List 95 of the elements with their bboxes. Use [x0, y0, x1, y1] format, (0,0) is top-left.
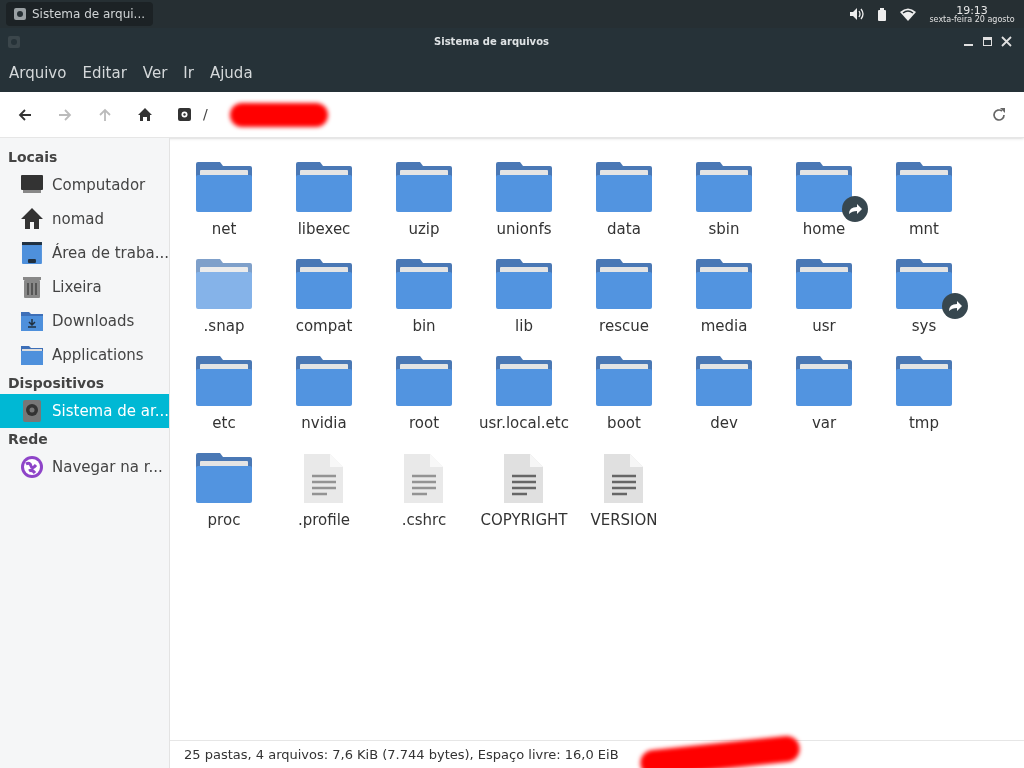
file-name[interactable]: home: [802, 218, 846, 241]
sidebar-item[interactable]: Computador: [0, 168, 169, 202]
sidebar-item[interactable]: Applications: [0, 338, 169, 372]
menu-item[interactable]: Ajuda: [201, 62, 261, 85]
file-name[interactable]: .cshrc: [401, 509, 447, 532]
text-file-icon[interactable]: [404, 453, 444, 503]
file-name[interactable]: var: [811, 412, 837, 435]
file-name[interactable]: uzip: [408, 218, 440, 241]
clock-time: 19:13: [956, 4, 988, 16]
folder-icon[interactable]: [296, 356, 352, 406]
drive-icon: [20, 399, 44, 423]
menu-item[interactable]: Editar: [74, 62, 135, 85]
folder-icon[interactable]: [896, 162, 952, 212]
folder-icon[interactable]: [296, 259, 352, 309]
desktop-icon: [20, 241, 44, 265]
menu-item[interactable]: Ver: [134, 62, 176, 85]
folder-icon[interactable]: [496, 259, 552, 309]
folder-icon[interactable]: [396, 259, 452, 309]
folder-icon[interactable]: [496, 356, 552, 406]
back-icon[interactable]: [18, 107, 32, 122]
sidebar-heading: Rede: [7, 429, 49, 449]
folder-icon[interactable]: [696, 259, 752, 309]
file-name[interactable]: tmp: [909, 412, 939, 435]
file-name[interactable]: rescue: [599, 315, 649, 338]
file-name[interactable]: usr: [812, 315, 836, 338]
folder-icon[interactable]: [796, 259, 852, 309]
folder-icon: [20, 343, 44, 367]
folder-icon[interactable]: [396, 356, 452, 406]
file-name[interactable]: media: [700, 315, 748, 338]
file-name[interactable]: libexec: [297, 218, 351, 241]
file-name[interactable]: nvidia: [301, 412, 347, 435]
folder-icon[interactable]: [696, 356, 752, 406]
sidebar-item[interactable]: Área de traba...: [0, 236, 169, 270]
file-name[interactable]: unionfs: [496, 218, 552, 241]
home-icon[interactable]: [138, 108, 152, 121]
folder-icon[interactable]: [696, 162, 752, 212]
text-file-icon[interactable]: [604, 453, 644, 503]
sidebar-heading: Locais: [7, 147, 59, 167]
taskbar-window-button[interactable]: Sistema de arqui...: [6, 2, 154, 26]
folder-icon[interactable]: [596, 356, 652, 406]
folder-icon[interactable]: [596, 259, 652, 309]
sidebar-heading: Dispositivos: [7, 373, 106, 393]
file-name[interactable]: COPYRIGHT: [480, 509, 568, 532]
status-text: 25 pastas, 4 arquivos: 7,6 KiB (7.744 bytes), Espaço livre: 16,0 EiB: [184, 745, 619, 764]
file-name[interactable]: etc: [212, 412, 236, 435]
file-name[interactable]: data: [607, 218, 641, 241]
file-name[interactable]: boot: [607, 412, 641, 435]
folder-icon[interactable]: [296, 162, 352, 212]
folder-icon[interactable]: [896, 259, 952, 309]
folder-icon[interactable]: [496, 162, 552, 212]
battery-icon[interactable]: [878, 7, 886, 21]
text-file-icon[interactable]: [504, 453, 544, 503]
volume-icon[interactable]: [850, 8, 864, 20]
sidebar-item[interactable]: Downloads: [0, 304, 169, 338]
sidebar-item[interactable]: nomad: [0, 202, 169, 236]
sidebar-item[interactable]: Lixeira: [0, 270, 169, 304]
folder-icon[interactable]: [196, 356, 252, 406]
file-name[interactable]: lib: [515, 315, 533, 338]
clock-date: sexta-feira 20 agosto: [929, 15, 1015, 24]
maximize-icon[interactable]: [982, 36, 993, 47]
folder-icon[interactable]: [796, 356, 852, 406]
file-name[interactable]: .profile: [297, 509, 351, 532]
file-name[interactable]: bin: [412, 315, 436, 338]
file-name[interactable]: sys: [911, 315, 937, 338]
window-title: Sistema de arquivos: [434, 35, 549, 49]
menu-item[interactable]: Ir: [175, 62, 202, 85]
path-separator: /: [203, 105, 208, 124]
reload-icon[interactable]: [992, 107, 1006, 122]
folder-icon[interactable]: [896, 356, 952, 406]
sidebar-item[interactable]: Navegar na r...: [0, 450, 169, 484]
file-name[interactable]: .snap: [203, 315, 245, 338]
folder-icon[interactable]: [596, 162, 652, 212]
file-name[interactable]: usr.local.etc: [479, 412, 569, 435]
drive-icon[interactable]: [178, 108, 191, 121]
globe-icon: [20, 455, 44, 479]
folder-icon[interactable]: [196, 453, 252, 503]
folder-icon[interactable]: [796, 162, 852, 212]
file-name[interactable]: proc: [207, 509, 241, 532]
file-name[interactable]: dev: [710, 412, 738, 435]
folder-icon[interactable]: [196, 162, 252, 212]
file-name[interactable]: mnt: [909, 218, 939, 241]
folder-icon[interactable]: [396, 162, 452, 212]
wifi-icon[interactable]: [900, 7, 916, 21]
trash-icon: [20, 275, 44, 299]
file-name[interactable]: root: [408, 412, 440, 435]
text-file-icon[interactable]: [304, 453, 344, 503]
file-name[interactable]: VERSION: [590, 509, 658, 532]
menu-item[interactable]: Arquivo: [1, 62, 75, 85]
drive-icon: [14, 8, 26, 20]
download-folder-icon: [20, 309, 44, 333]
file-name[interactable]: compat: [295, 315, 353, 338]
file-name[interactable]: sbin: [708, 218, 740, 241]
house-icon: [20, 207, 44, 231]
close-icon[interactable]: [1001, 36, 1012, 47]
file-name[interactable]: net: [211, 218, 237, 241]
